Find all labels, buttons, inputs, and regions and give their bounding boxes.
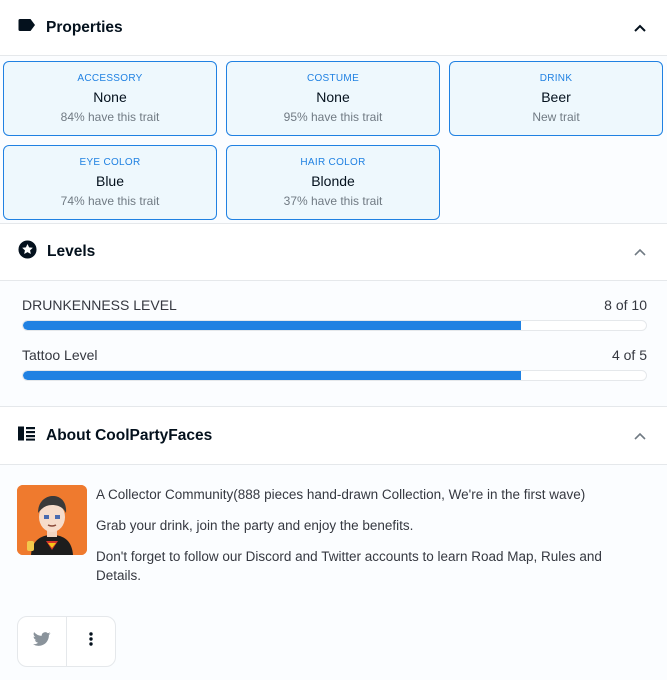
twitter-button[interactable] — [18, 617, 66, 666]
about-paragraph: Grab your drink, join the party and enjo… — [96, 518, 414, 533]
about-paragraph: Don't forget to follow our Discord and T… — [96, 549, 602, 583]
level-progress-bar — [22, 320, 647, 331]
trait-type: ACCESSORY — [77, 73, 143, 84]
about-title: About CoolPartyFaces — [46, 426, 213, 444]
level-name: DRUNKENNESS LEVEL — [22, 297, 177, 313]
list-icon — [18, 426, 36, 446]
about-description: A Collector Community(888 pieces hand-dr… — [96, 485, 650, 597]
level-item: Tattoo Level 4 of 5 — [22, 347, 647, 381]
levels-panel: DRUNKENNESS LEVEL 8 of 10 Tattoo Level 4… — [0, 281, 667, 407]
about-header[interactable]: About CoolPartyFaces — [0, 407, 667, 465]
trait-rarity: 84% have this trait — [60, 110, 160, 124]
about-panel: A Collector Community(888 pieces hand-dr… — [0, 465, 667, 680]
trait-card[interactable]: DRINK Beer New trait — [449, 61, 663, 136]
properties-title: Properties — [46, 18, 123, 36]
collection-avatar — [17, 485, 87, 555]
star-circle-icon — [18, 240, 37, 264]
trait-value: Blonde — [311, 173, 355, 189]
social-links — [17, 616, 116, 667]
levels-header[interactable]: Levels — [0, 224, 667, 281]
trait-value: Beer — [541, 89, 571, 105]
level-item: DRUNKENNESS LEVEL 8 of 10 — [22, 297, 647, 331]
levels-title: Levels — [47, 243, 96, 260]
chevron-up-icon[interactable] — [633, 245, 647, 259]
level-progress-bar — [22, 370, 647, 381]
trait-rarity: 37% have this trait — [283, 194, 383, 208]
trait-card[interactable]: COSTUME None 95% have this trait — [226, 61, 440, 136]
trait-type: COSTUME — [306, 73, 360, 84]
trait-rarity: New trait — [532, 110, 580, 124]
level-value: 4 of 5 — [611, 347, 647, 363]
trait-type: EYE COLOR — [79, 157, 141, 168]
chevron-up-icon[interactable] — [633, 429, 647, 443]
chevron-up-icon[interactable] — [633, 21, 647, 35]
more-vertical-icon — [89, 632, 93, 651]
properties-header[interactable]: Properties — [0, 0, 667, 56]
properties-panel: ACCESSORY None 84% have this trait COSTU… — [0, 56, 667, 224]
trait-card[interactable]: HAIR COLOR Blonde 37% have this trait — [226, 145, 440, 220]
trait-type: DRINK — [539, 73, 573, 84]
level-name: Tattoo Level — [22, 347, 98, 363]
level-progress-fill — [23, 321, 522, 330]
trait-type: HAIR COLOR — [300, 157, 366, 168]
trait-card[interactable]: ACCESSORY None 84% have this trait — [3, 61, 217, 136]
trait-value: None — [316, 89, 350, 105]
more-options-button[interactable] — [66, 617, 115, 666]
about-paragraph: A Collector Community(888 pieces hand-dr… — [96, 487, 586, 502]
trait-rarity: 95% have this trait — [283, 110, 383, 124]
level-progress-fill — [23, 371, 522, 380]
twitter-icon — [33, 631, 51, 652]
trait-value: Blue — [95, 173, 125, 189]
trait-card[interactable]: EYE COLOR Blue 74% have this trait — [3, 145, 217, 220]
trait-value: None — [93, 89, 127, 105]
trait-rarity: 74% have this trait — [60, 194, 160, 208]
tag-icon — [18, 18, 36, 37]
level-value: 8 of 10 — [604, 297, 647, 313]
